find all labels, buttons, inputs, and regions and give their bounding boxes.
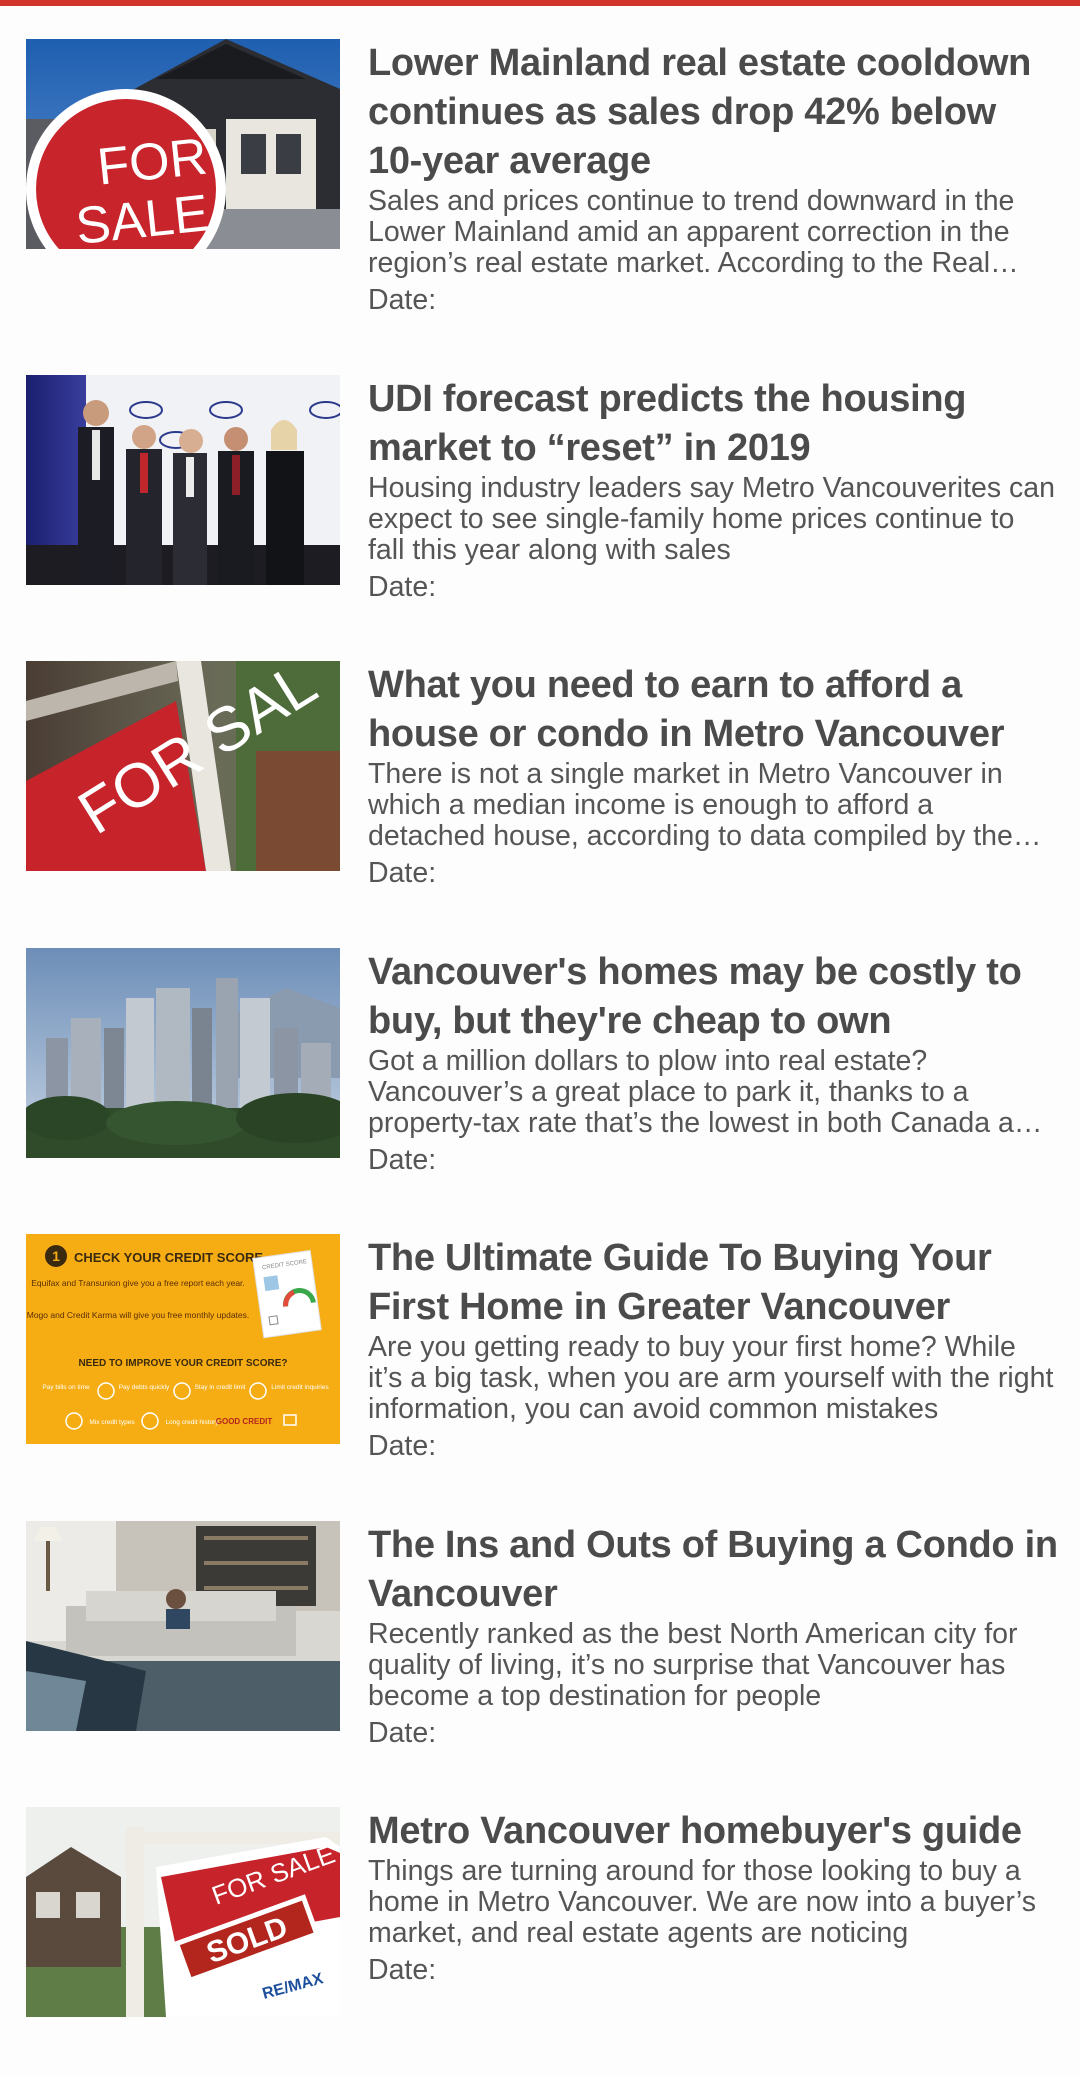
article-card[interactable]: Vancouver's homes may be costly to buy, …: [0, 948, 1080, 1218]
article-card[interactable]: The Ins and Outs of Buying a Condo in Va…: [0, 1521, 1080, 1791]
article-summary: There is not a single market in Metro Va…: [368, 759, 1013, 852]
article-card[interactable]: FOR SALE Lower Mainland real estate cool…: [0, 39, 1080, 316]
infographic-line-1: Equifax and Transunion give you a free r…: [31, 1278, 245, 1288]
credit-tip: Pay bills on time: [42, 1384, 90, 1391]
vancouver-skyline-image: [26, 948, 340, 1158]
article-thumbnail[interactable]: SOLD FOR SALE RE/MAX: [26, 1807, 340, 2017]
condo-interior-image: [26, 1521, 340, 1731]
article-title[interactable]: Lower Mainland real estate cooldown cont…: [368, 39, 1058, 186]
top-accent-bar: [0, 0, 1080, 6]
credit-result: GOOD CREDIT: [216, 1417, 273, 1426]
credit-score-infographic-image: 1 CHECK YOUR CREDIT SCORE Equifax and Tr…: [26, 1234, 340, 1444]
article-summary: Sales and prices continue to trend downw…: [368, 186, 1015, 279]
article-date: Date:: [368, 571, 437, 603]
article-summary: Are you getting ready to buy your first …: [368, 1332, 1054, 1425]
article-title[interactable]: The Ins and Outs of Buying a Condo in Va…: [368, 1521, 1058, 1619]
for-sale-sign-closeup-image: FOR SAL: [26, 661, 340, 871]
article-date: Date:: [368, 1430, 437, 1462]
article-summary: Recently ranked as the best North Americ…: [368, 1619, 1018, 1712]
article-date: Date:: [368, 1144, 437, 1176]
article-summary: Got a million dollars to plow into real …: [368, 1046, 1046, 1139]
credit-tip: Mix credit types: [89, 1419, 135, 1426]
sold-sign-house-image: SOLD FOR SALE RE/MAX: [26, 1807, 340, 2017]
article-title[interactable]: UDI forecast predicts the housing market…: [368, 375, 1058, 473]
article-thumbnail[interactable]: [26, 375, 340, 585]
article-thumbnail[interactable]: FOR SAL: [26, 661, 340, 871]
credit-tip: Limit credit inquiries: [271, 1384, 329, 1391]
infographic-line-2: Mogo and Credit Karma will give you free…: [27, 1310, 250, 1320]
article-title[interactable]: Vancouver's homes may be costly to buy, …: [368, 948, 1058, 1046]
article-title[interactable]: Metro Vancouver homebuyer's guide: [368, 1807, 1058, 1856]
article-thumbnail[interactable]: [26, 948, 340, 1158]
infographic-subheading: NEED TO IMPROVE YOUR CREDIT SCORE?: [78, 1358, 287, 1369]
article-title[interactable]: What you need to earn to afford a house …: [368, 661, 1058, 759]
article-card[interactable]: SOLD FOR SALE RE/MAX Metro Vancouver hom…: [0, 1807, 1080, 2077]
article-date: Date:: [368, 1954, 437, 1986]
article-thumbnail[interactable]: [26, 1521, 340, 1731]
article-card[interactable]: 1 CHECK YOUR CREDIT SCORE Equifax and Tr…: [0, 1234, 1080, 1504]
for-sale-sign-house-image: FOR SALE: [26, 39, 340, 249]
article-summary: Housing industry leaders say Metro Vanco…: [368, 473, 1055, 566]
credit-tip: Stay in credit limit: [195, 1384, 246, 1391]
infographic-step: 1: [52, 1248, 60, 1264]
article-card[interactable]: UDI forecast predicts the housing market…: [0, 375, 1080, 645]
credit-tip: Long credit history: [165, 1419, 219, 1426]
article-date: Date:: [368, 857, 437, 889]
article-card[interactable]: FOR SAL What you need to earn to afford …: [0, 661, 1080, 931]
article-thumbnail[interactable]: 1 CHECK YOUR CREDIT SCORE Equifax and Tr…: [26, 1234, 340, 1444]
article-date: Date:: [368, 284, 437, 316]
article-title[interactable]: The Ultimate Guide To Buying Your First …: [368, 1234, 1058, 1332]
udi-panel-group-image: [26, 375, 340, 585]
article-date: Date:: [368, 1717, 437, 1749]
article-thumbnail[interactable]: FOR SALE: [26, 39, 340, 249]
article-summary: Things are turning around for those look…: [368, 1856, 1036, 1949]
credit-tip: Pay debts quickly: [119, 1384, 170, 1391]
infographic-heading: CHECK YOUR CREDIT SCORE: [74, 1250, 263, 1265]
